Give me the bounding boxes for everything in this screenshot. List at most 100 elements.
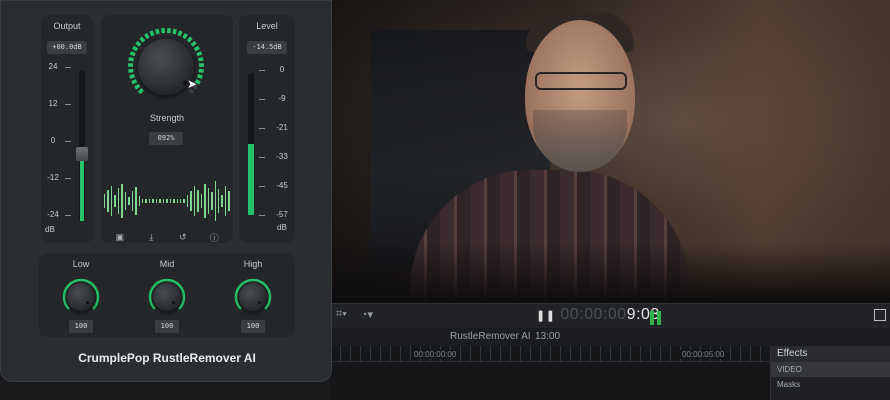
strength-ring-segment bbox=[177, 30, 183, 37]
transform-tool-icon[interactable]: ⌗▾ bbox=[336, 308, 347, 321]
output-fader-handle[interactable] bbox=[76, 146, 88, 161]
waveform-bar bbox=[224, 186, 227, 216]
level-scale-label: -45 bbox=[276, 181, 288, 190]
save-icon[interactable]: ▣ bbox=[114, 232, 125, 243]
strength-ring-segment bbox=[186, 36, 193, 43]
level-scale-label: -33 bbox=[276, 152, 288, 161]
timecode-leading: 00:00:00 bbox=[560, 306, 627, 323]
play-pause-icon[interactable]: ❚❚ bbox=[536, 310, 555, 322]
waveform-bar bbox=[186, 195, 189, 207]
level-value: -14.5dB bbox=[247, 41, 287, 54]
output-value[interactable]: +00.0dB bbox=[47, 41, 87, 54]
eq-high-knob[interactable] bbox=[239, 283, 267, 311]
viewer-tools: ⌗▾ ◔▾ bbox=[336, 308, 373, 321]
waveform-bar bbox=[110, 186, 113, 216]
eq-knob-indicator bbox=[86, 301, 89, 304]
waveform-bar bbox=[217, 189, 220, 213]
video-foreground bbox=[330, 243, 890, 303]
output-scale-tick bbox=[65, 141, 71, 142]
output-scale-label: 24 bbox=[48, 62, 58, 71]
level-scale-label: -21 bbox=[276, 123, 288, 132]
waveform-bar bbox=[114, 195, 116, 207]
strength-ring-segment bbox=[172, 28, 177, 35]
video-viewer[interactable] bbox=[330, 0, 890, 303]
waveform-bar bbox=[107, 190, 109, 212]
strength-ring-segment bbox=[196, 51, 203, 57]
level-scale-tick bbox=[259, 186, 265, 187]
ruler-timecode-start: 00:00:00:00 bbox=[412, 350, 459, 359]
level-scale-label: -9 bbox=[278, 94, 286, 103]
strength-label: Strength bbox=[149, 113, 185, 123]
output-fader-fill bbox=[80, 160, 84, 221]
undo-icon[interactable]: ↺ bbox=[177, 232, 188, 243]
waveform-bar bbox=[200, 194, 203, 208]
eq-knob-indicator bbox=[172, 301, 175, 304]
waveform-bar bbox=[211, 192, 213, 210]
output-label: Output bbox=[53, 21, 81, 31]
waveform-bar bbox=[166, 199, 168, 203]
output-scale-label: 0 bbox=[50, 136, 56, 145]
effects-category-masks[interactable]: Masks bbox=[771, 377, 890, 392]
strength-knob[interactable] bbox=[138, 39, 194, 95]
eq-mid-label: Mid bbox=[159, 259, 175, 269]
effects-browser: Effects VIDEO Masks bbox=[770, 346, 890, 400]
waveform-bar bbox=[190, 191, 192, 211]
waveform-bar bbox=[193, 186, 196, 216]
waveform-bar bbox=[128, 197, 130, 205]
waveform-bar bbox=[204, 184, 206, 218]
waveform-bar bbox=[221, 195, 223, 207]
waveform-bar bbox=[183, 199, 185, 203]
audio-waveform bbox=[104, 179, 230, 223]
strength-ring-segment bbox=[131, 79, 138, 85]
plugin-brand-title: CrumplePop RustleRemover AI bbox=[78, 351, 256, 365]
strength-ring-segment bbox=[197, 74, 203, 79]
effects-header[interactable]: Effects bbox=[771, 346, 890, 362]
output-scale-label: -24 bbox=[47, 210, 59, 219]
waveform-bar bbox=[179, 199, 182, 203]
fullscreen-icon[interactable] bbox=[874, 309, 886, 321]
mouse-cursor: ➤ bbox=[187, 77, 198, 91]
waveform-bar bbox=[131, 191, 134, 211]
output-scale-tick bbox=[65, 67, 71, 68]
waveform-bar bbox=[148, 199, 151, 203]
eq-mid-value[interactable]: 100 bbox=[155, 320, 179, 333]
waveform-bar bbox=[141, 199, 144, 203]
timecode-display[interactable]: ❚❚ 00:00:009:03 bbox=[536, 306, 660, 324]
strength-ring-segment bbox=[190, 40, 197, 47]
ruler-timecode-end: 00:00:05:00 bbox=[680, 350, 727, 359]
strength-value[interactable]: 092% bbox=[149, 132, 183, 145]
waveform-bar bbox=[124, 192, 127, 210]
speed-tool-icon[interactable]: ◔▾ bbox=[361, 308, 373, 321]
level-scale-label: -57 bbox=[276, 210, 288, 219]
plugin-window: Output +00.0dB ➤ Strength 092% ▣ ⤓ ↺ ⓘ L… bbox=[0, 0, 332, 382]
info-icon[interactable]: ⓘ bbox=[209, 232, 220, 243]
waveform-bar bbox=[228, 191, 230, 211]
waveform-bar bbox=[159, 199, 161, 203]
level-meter-fill bbox=[248, 144, 254, 215]
level-scale-tick bbox=[259, 157, 265, 158]
eq-high-label: High bbox=[243, 259, 263, 269]
output-scale-label: -12 bbox=[47, 173, 59, 182]
strength-ring-segment bbox=[182, 33, 188, 40]
waveform-bar bbox=[104, 194, 106, 208]
eq-low-label: Low bbox=[72, 259, 90, 269]
timeline-ruler[interactable]: 00:00:00:00 00:00:05:00 bbox=[330, 346, 770, 400]
waveform-bar bbox=[152, 199, 154, 203]
eq-high-value[interactable]: 100 bbox=[241, 320, 265, 333]
waveform-bar bbox=[197, 190, 199, 212]
strength-ring-segment bbox=[128, 57, 134, 62]
level-scale-label: 0 bbox=[279, 65, 285, 74]
eq-mid-knob[interactable] bbox=[153, 283, 181, 311]
strength-ring-segment bbox=[129, 51, 136, 57]
waveform-bar bbox=[145, 199, 147, 203]
strength-ring-segment bbox=[128, 68, 134, 73]
eq-low-value[interactable]: 100 bbox=[69, 320, 93, 333]
strength-ring-segment bbox=[134, 83, 141, 90]
waveform-bar bbox=[121, 184, 123, 218]
output-scale-tick bbox=[65, 215, 71, 216]
effects-category-video[interactable]: VIDEO bbox=[771, 362, 890, 377]
eq-low-knob[interactable] bbox=[67, 283, 95, 311]
strength-ring-segment bbox=[144, 33, 150, 40]
download-icon[interactable]: ⤓ bbox=[146, 232, 157, 243]
output-scale-label: 12 bbox=[48, 99, 58, 108]
